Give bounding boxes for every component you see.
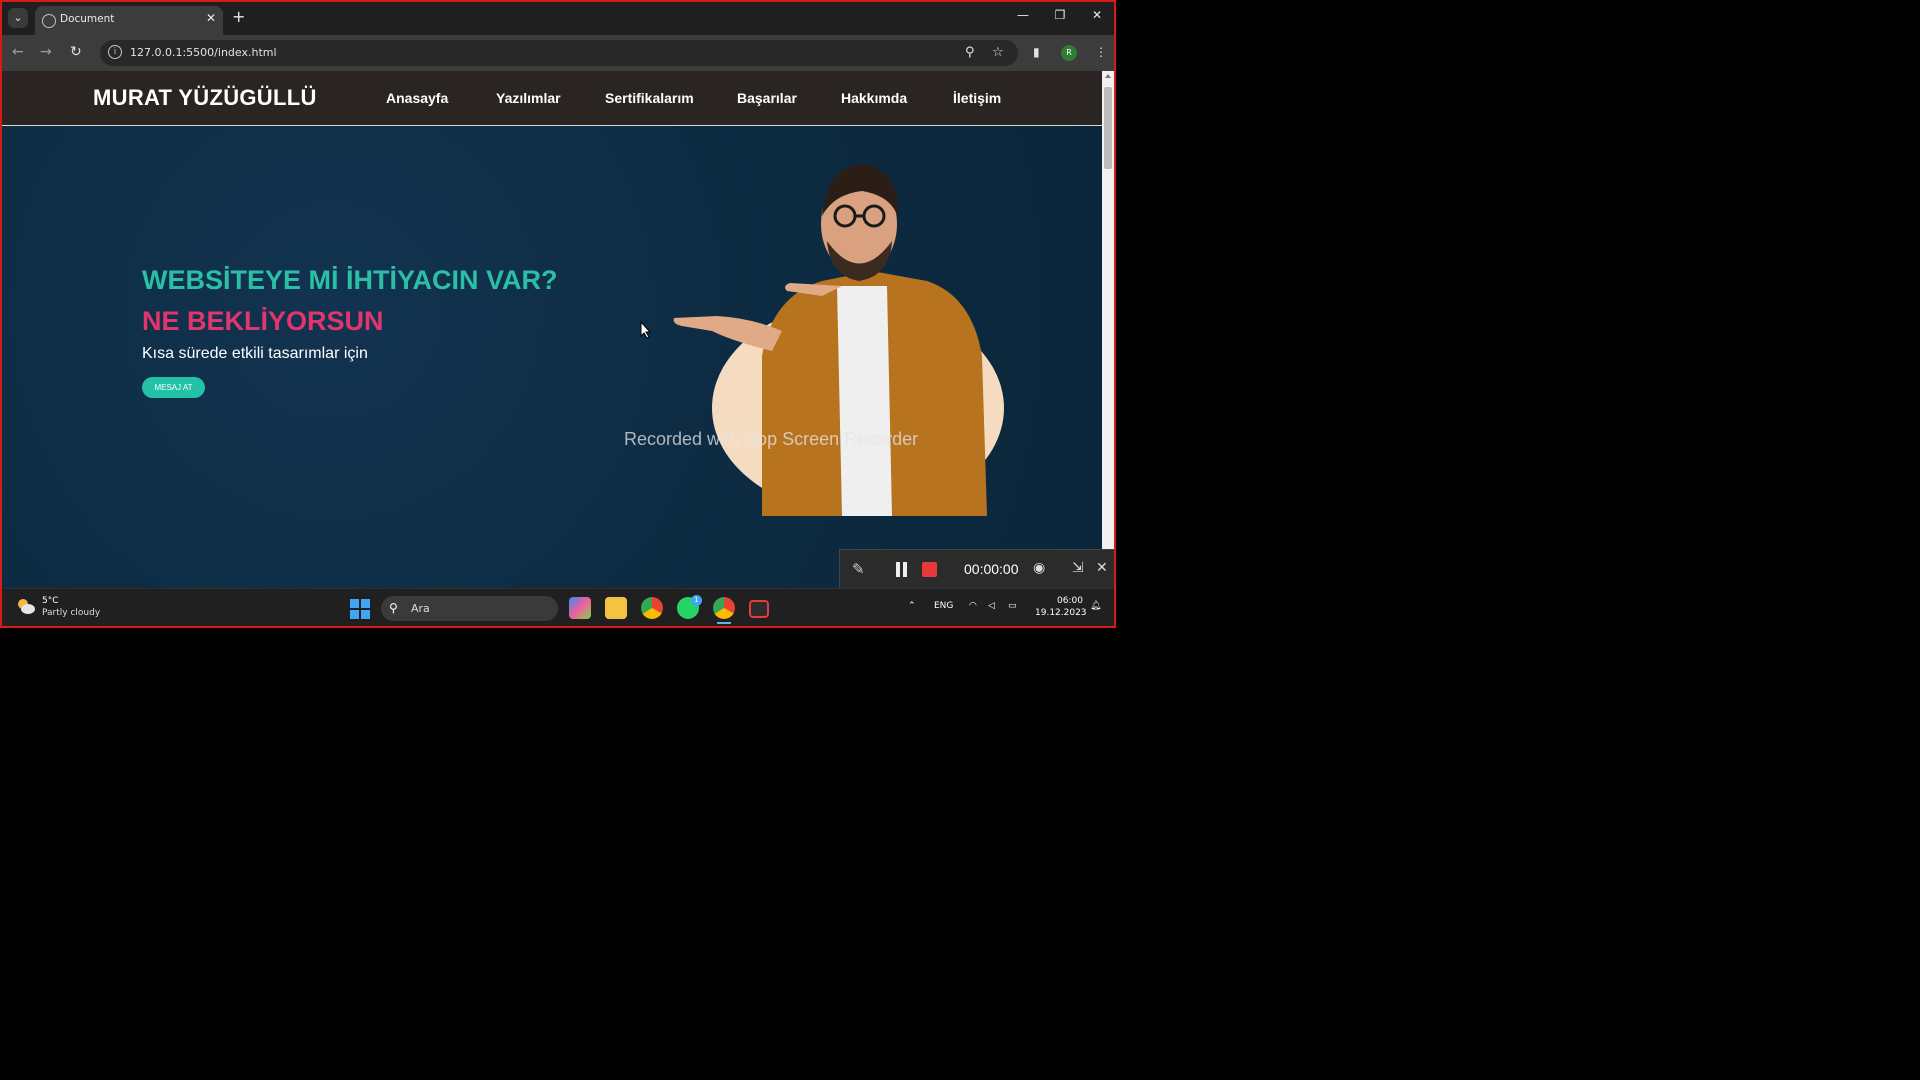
wifi-icon[interactable]: ◠	[969, 601, 977, 611]
mouse-cursor-icon	[640, 321, 652, 339]
restore-icon[interactable]: ❐	[1050, 8, 1070, 22]
scroll-up-arrow-icon[interactable]	[1105, 74, 1111, 78]
zoom-icon[interactable]: ⚲	[965, 45, 975, 60]
back-arrow-icon[interactable]: ←	[12, 44, 24, 60]
browser-tab[interactable]: Document ✕	[35, 6, 223, 35]
chrome-icon[interactable]	[641, 597, 663, 619]
weather-condition[interactable]: Partly cloudy	[42, 608, 100, 618]
browser-toolbar: ← → ↻ i 127.0.0.1:5500/index.html ⚲ ☆ ▮ …	[2, 35, 1114, 71]
reload-icon[interactable]: ↻	[70, 44, 82, 60]
nav-link-anasayfa[interactable]: Anasayfa	[386, 90, 448, 106]
windows-taskbar: 5°C Partly cloudy ⚲ Ara 1 ⌃ ENG ◠ ◁ ▭ 06…	[2, 588, 1114, 626]
hero-headline-accent: NE BEKLİYORSUN	[142, 306, 384, 336]
screen-frame: ⌄ Document ✕ + — ❐ ✕ ← → ↻ i 127.0.0.1:5…	[0, 0, 1116, 628]
language-indicator[interactable]: ENG	[934, 601, 953, 611]
globe-icon	[42, 14, 56, 28]
hero-headline: WEBSİTEYE Mİ İHTİYACIN VAR?	[142, 265, 558, 295]
volume-icon[interactable]: ◁	[988, 601, 995, 611]
site-header: MURAT YÜZÜGÜLLÜ Anasayfa Yazılımlar Sert…	[2, 71, 1102, 126]
tab-close-icon[interactable]: ✕	[206, 11, 216, 25]
stop-record-icon[interactable]	[922, 562, 937, 577]
pen-icon[interactable]: ✎	[852, 560, 865, 578]
address-bar[interactable]: i 127.0.0.1:5500/index.html ⚲ ☆	[100, 40, 1018, 66]
scrollbar-thumb[interactable]	[1104, 87, 1112, 169]
recorder-watermark: Recorded with iTop Screen Recorder	[624, 429, 919, 449]
close-panel-icon[interactable]: ✕	[1096, 560, 1108, 576]
browser-tab-strip: ⌄ Document ✕ + — ❐ ✕	[2, 2, 1114, 35]
hero-subtitle: Kısa sürede etkili tasarımlar için	[142, 345, 368, 362]
clock-date[interactable]: 19.12.2023	[1035, 608, 1087, 618]
clock-time[interactable]: 06:00	[1057, 596, 1083, 606]
bookmark-star-icon[interactable]: ☆	[992, 45, 1004, 60]
forward-arrow-icon[interactable]: →	[40, 44, 52, 60]
search-icon: ⚲	[389, 601, 398, 615]
hero-section: WEBSİTEYE Mİ İHTİYACIN VAR? NE BEKLİYORS…	[2, 126, 1102, 588]
recording-timer: 00:00:00	[964, 561, 1019, 577]
page-viewport: MURAT YÜZÜGÜLLÜ Anasayfa Yazılımlar Sert…	[2, 71, 1102, 588]
whatsapp-badge: 1	[691, 595, 702, 606]
url-text[interactable]: 127.0.0.1:5500/index.html	[130, 46, 277, 59]
active-app-indicator	[717, 622, 731, 624]
chevron-up-icon[interactable]: ⌃	[908, 601, 916, 611]
tab-search-chevron-icon[interactable]: ⌄	[8, 8, 28, 28]
nav-link-iletisim[interactable]: İletişim	[953, 90, 1001, 106]
tab-title: Document	[60, 13, 115, 25]
weather-temperature[interactable]: 5°C	[42, 596, 59, 606]
windows-start-icon[interactable]	[350, 599, 370, 619]
minimize-icon[interactable]: —	[1013, 8, 1033, 22]
screen-recorder-panel: ✎ 00:00:00 ◉ ⇲ ✕	[839, 549, 1114, 590]
battery-icon[interactable]: ▭	[1008, 601, 1017, 611]
page-scrollbar[interactable]	[1102, 71, 1114, 588]
copilot-app-icon[interactable]	[569, 597, 591, 619]
pause-icon[interactable]	[896, 562, 900, 577]
nav-link-basarilar[interactable]: Başarılar	[737, 90, 797, 106]
chrome-profile-icon[interactable]	[713, 597, 735, 619]
message-button[interactable]: MESAJ AT	[142, 377, 205, 398]
taskbar-search[interactable]: ⚲ Ara	[381, 596, 558, 621]
hero-person-image	[673, 164, 1004, 516]
kebab-menu-icon[interactable]: ⋮	[1095, 45, 1107, 59]
partly-cloudy-icon[interactable]	[16, 597, 36, 615]
site-logo[interactable]: MURAT YÜZÜGÜLLÜ	[93, 85, 317, 111]
profile-avatar[interactable]: R	[1061, 45, 1077, 61]
nav-link-hakkimda[interactable]: Hakkımda	[841, 90, 907, 106]
search-placeholder: Ara	[411, 602, 430, 615]
screen-recorder-icon[interactable]	[749, 600, 769, 618]
site-info-icon[interactable]: i	[108, 45, 122, 59]
file-explorer-icon[interactable]	[605, 597, 627, 619]
window-close-icon[interactable]: ✕	[1087, 8, 1107, 22]
minimize-panel-icon[interactable]: ⇲	[1072, 560, 1084, 576]
nav-link-sertifikalarim[interactable]: Sertifikalarım	[605, 90, 694, 106]
nav-link-yazilimlar[interactable]: Yazılımlar	[496, 90, 561, 106]
side-panel-icon[interactable]: ▮	[1033, 45, 1040, 59]
notification-bell-icon[interactable]: 🔔︎	[1090, 601, 1101, 611]
new-tab-button[interactable]: +	[232, 7, 245, 26]
camera-icon[interactable]: ◉	[1033, 560, 1045, 576]
